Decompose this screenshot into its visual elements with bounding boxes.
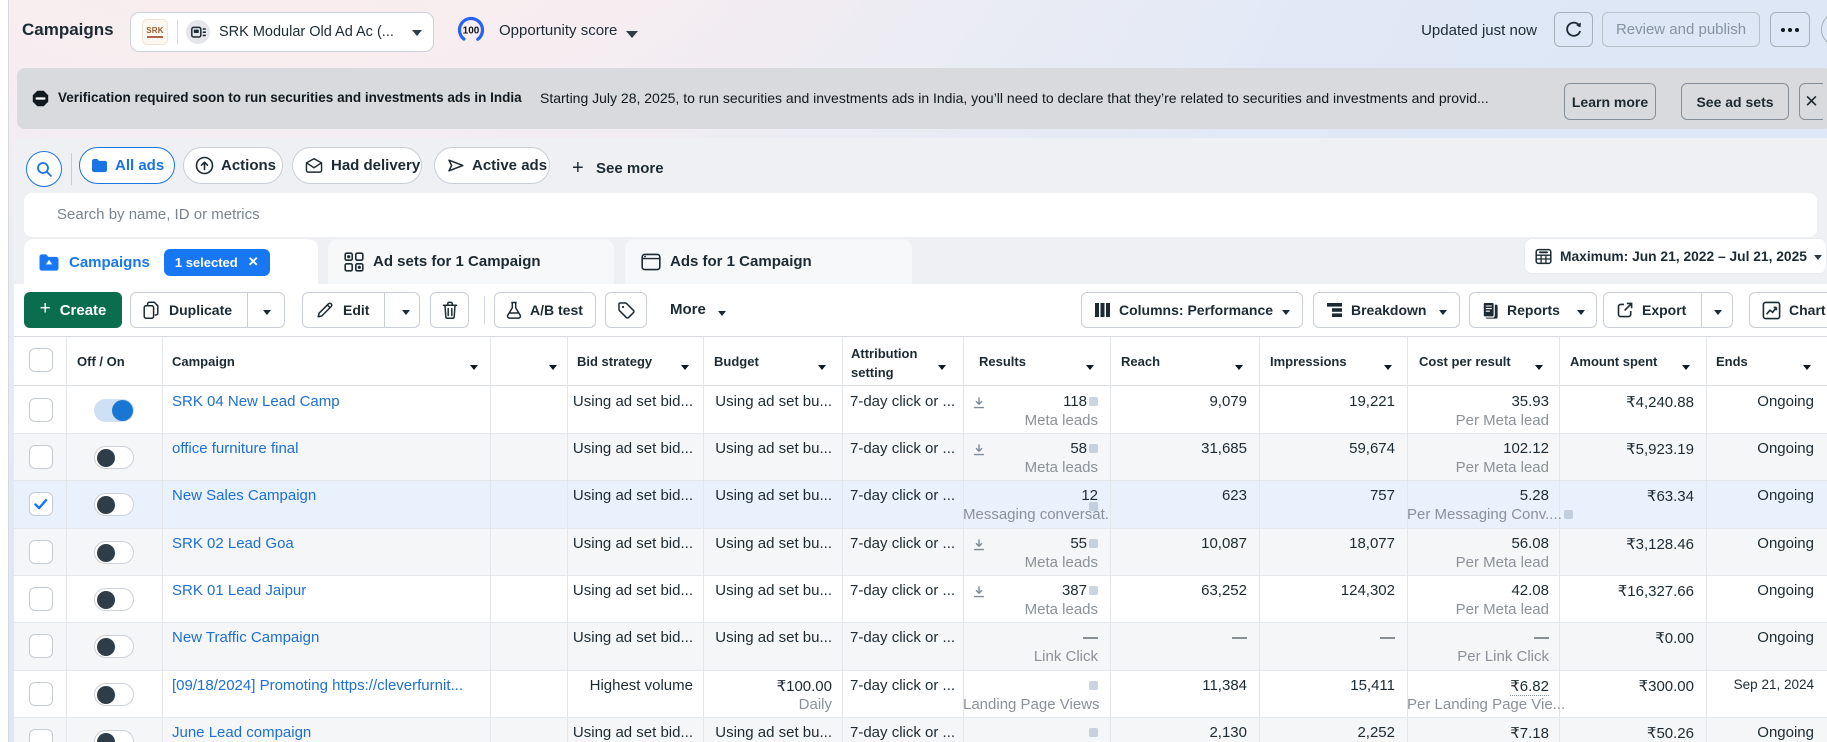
svg-text:100: 100 bbox=[463, 26, 480, 37]
